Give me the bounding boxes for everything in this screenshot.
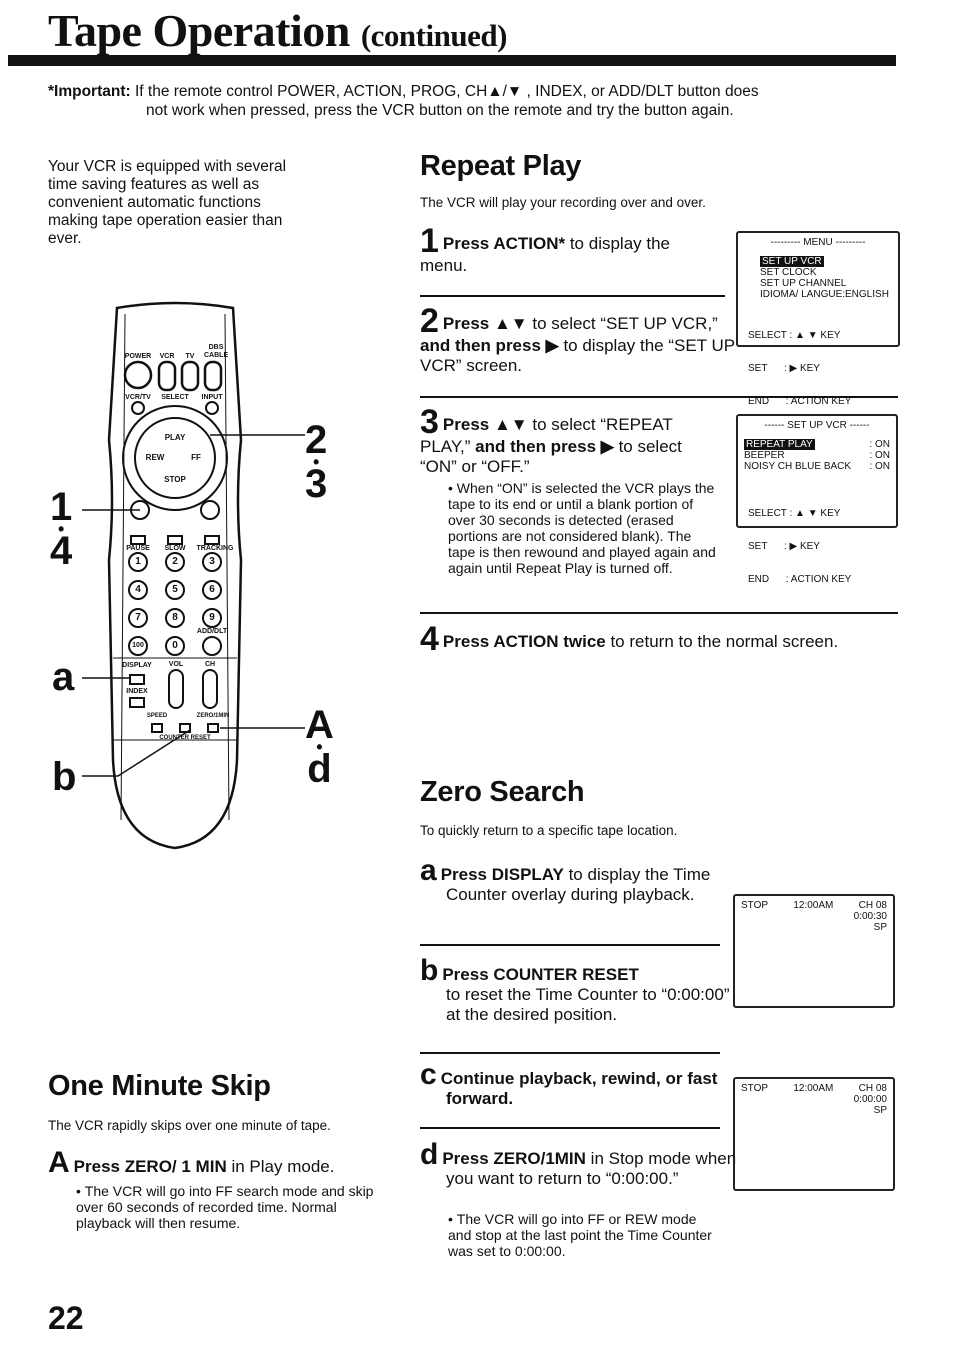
repeat-step-1: 1 Press ACTION* to display the menu. [420, 222, 671, 275]
setup-vcr-screen: ------ SET UP VCR ------ REPEAT PLAY: ON… [736, 414, 898, 585]
remote-label-vcr-tv: VCR/TV [125, 394, 151, 401]
remote-label-tv: TV [185, 353, 195, 360]
repeat-step-2: 2 Press ▲▼ to select “SET UP VCR,” and th… [420, 302, 735, 375]
page-title: Tape Operation (continued) [48, 5, 507, 56]
remote-label-select: SELECT [161, 394, 189, 401]
skip-step-A: A Press ZERO/ 1 MIN in Play mode. [48, 1146, 335, 1179]
zero-search-heading: Zero Search [420, 776, 585, 808]
repeat-step-3: 3 Press ▲▼ to select “REPEAT PLAY,” and t… [420, 403, 682, 476]
remote-label-input: INPUT [201, 394, 223, 401]
callout-b: b [52, 755, 77, 799]
remote-label-dbs-cable: DBS CABLE [204, 344, 229, 359]
remote-label-power: POWER [124, 353, 152, 360]
repeat-step-4: 4 Press ACTION twice to return to the nor… [420, 620, 839, 658]
remote-label-vcr: VCR [159, 353, 175, 360]
manual-page: Tape Operation (continued) *Important: I… [0, 0, 954, 1355]
one-minute-skip-heading: One Minute Skip [48, 1070, 271, 1102]
important-note: *Important: If the remote control POWER,… [48, 83, 759, 119]
intro-text: Your VCR is equipped with several time s… [48, 158, 287, 247]
divider [420, 1127, 720, 1129]
callout-a: a [52, 655, 75, 699]
zero-step-c: c Continue playback, rewind, or fast forw… [420, 1058, 718, 1109]
repeat-play-description: The VCR will play your recording over an… [420, 195, 706, 210]
zero-step-d: d Press ZERO/1MIN in Stop mode when you w… [420, 1138, 737, 1189]
skip-bullet: • The VCR will go into FF search mode an… [76, 1183, 374, 1231]
counter-screen-1: STOP 12:00AM CH 08 0:00:30 SP [733, 894, 895, 1008]
menu-screen: --------- MENU --------- SET UP VCR SET … [736, 231, 900, 407]
title-rule [8, 55, 896, 66]
zero-bullet: • The VCR will go into FF or REW mode an… [448, 1211, 712, 1259]
divider [420, 1052, 720, 1054]
repeat-play-heading: Repeat Play [420, 150, 582, 182]
callout-2-3: 2 • 3 [305, 418, 328, 506]
one-minute-skip-description: The VCR rapidly skips over one minute of… [48, 1118, 331, 1133]
callout-1-4: 1 • 4 [50, 485, 73, 573]
repeat-bullet: • When “ON” is selected the VCR plays th… [448, 480, 716, 576]
zero-search-description: To quickly return to a specific tape loc… [420, 823, 678, 838]
callout-lines [82, 434, 305, 777]
divider [420, 295, 725, 297]
page-number: 22 [48, 1300, 84, 1336]
zero-step-a: a Press DISPLAY to display the Time Count… [420, 854, 711, 905]
counter-screen-2: STOP 12:00AM CH 08 0:00:00 SP [733, 1077, 895, 1191]
divider [420, 612, 898, 614]
divider [420, 944, 720, 946]
zero-step-b: b Press COUNTER RESET to reset the Time Co… [420, 954, 730, 1025]
callout-A-d: A • d [305, 703, 334, 791]
